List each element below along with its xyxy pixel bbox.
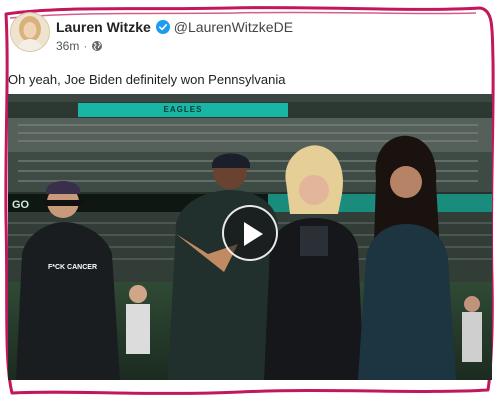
screenshot-page: Lauren Witzke @LaurenWitzkeDE 36m · Oh y…	[0, 0, 500, 402]
shirt-print-text: F*CK CANCER	[48, 264, 97, 271]
verified-badge-icon	[155, 20, 170, 34]
author-display-name[interactable]: Lauren Witzke	[56, 19, 151, 35]
social-post: Lauren Witzke @LaurenWitzkeDE 36m · Oh y…	[8, 8, 492, 380]
globe-icon	[91, 40, 103, 52]
video-media[interactable]: EAGLES GO F*CK CANCER	[8, 94, 492, 380]
author-name-row: Lauren Witzke @LaurenWitzkeDE	[56, 19, 293, 35]
post-header: Lauren Witzke @LaurenWitzkeDE 36m ·	[8, 8, 492, 60]
post-body-text: Oh yeah, Joe Biden definitely won Pennsy…	[8, 72, 286, 87]
post-timestamp[interactable]: 36m	[56, 39, 79, 53]
play-button[interactable]	[222, 205, 278, 261]
post-meta: 36m ·	[56, 39, 103, 53]
meta-separator: ·	[83, 39, 88, 53]
author-avatar[interactable]	[10, 12, 50, 52]
stadium-banner-text: EAGLES	[78, 103, 288, 117]
play-icon	[244, 222, 263, 246]
author-handle[interactable]: @LaurenWitzkeDE	[174, 19, 293, 35]
stadium-side-banner-text: GO	[12, 199, 30, 211]
